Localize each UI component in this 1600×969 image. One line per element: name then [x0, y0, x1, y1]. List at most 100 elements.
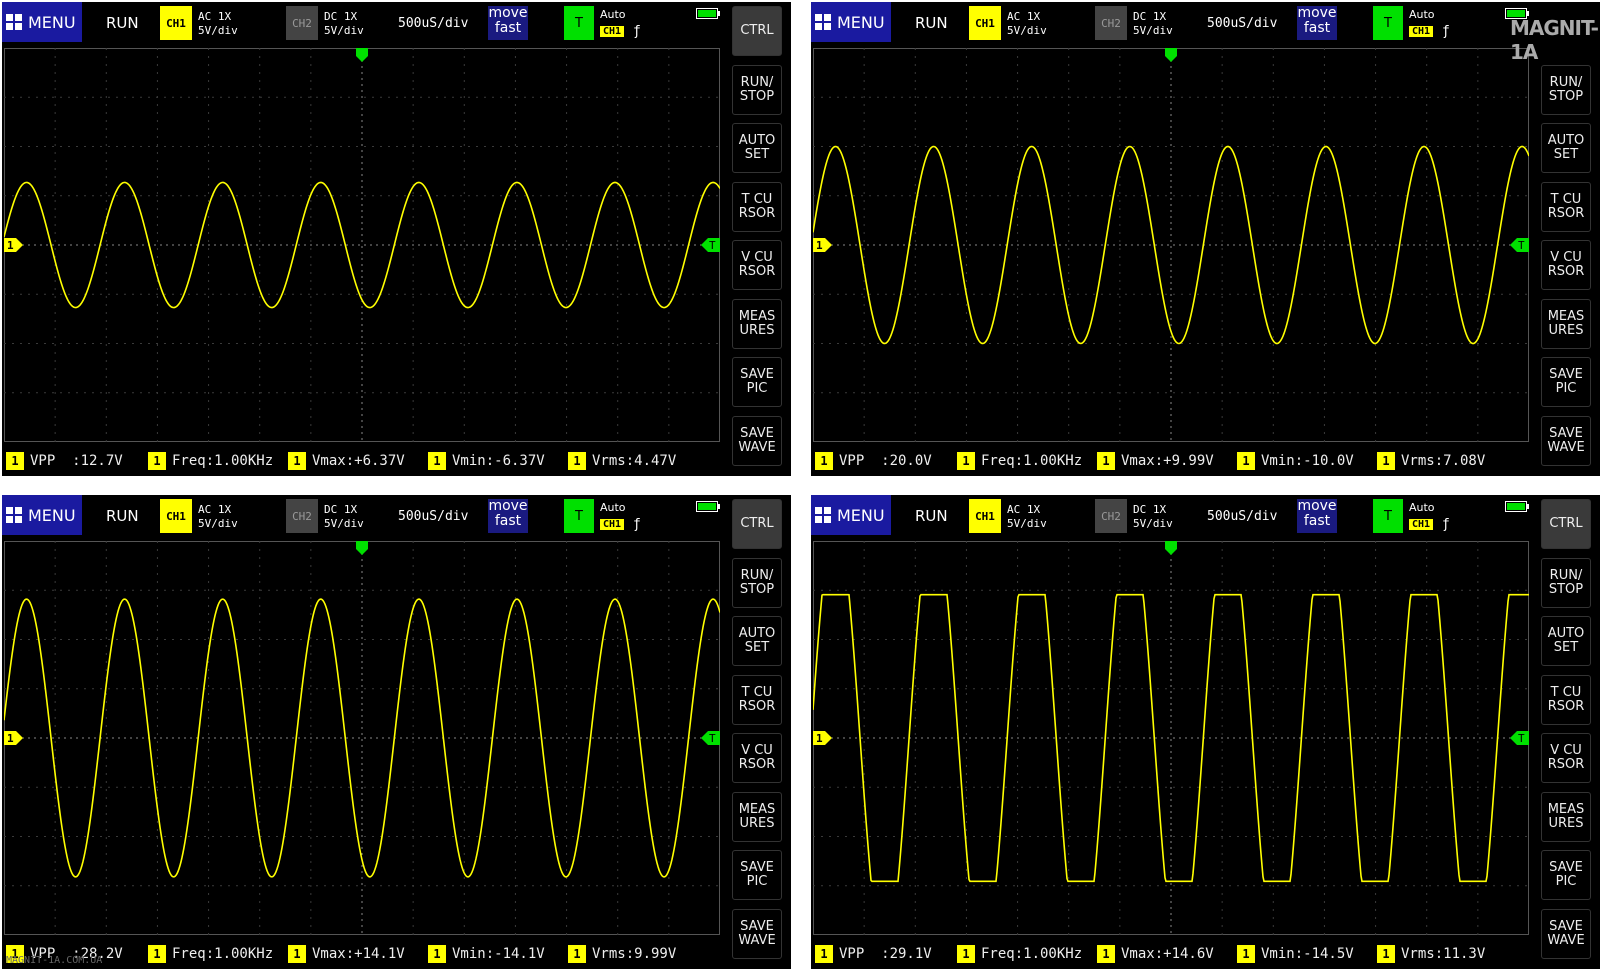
- measure-freq[interactable]: 1 Freq:1.00KHz: [957, 448, 1082, 474]
- trigger-level-label: T: [1518, 732, 1525, 745]
- time-cursor-button[interactable]: T CU RSOR: [1541, 181, 1591, 232]
- ch1-badge[interactable]: CH1: [160, 499, 192, 533]
- save-wave-button[interactable]: SAVE WAVE: [1541, 908, 1591, 959]
- voltage-cursor-button[interactable]: V CU RSOR: [1541, 240, 1591, 290]
- speed-label: fast: [494, 513, 522, 529]
- channel-index: 1: [428, 945, 446, 963]
- measure-vpp[interactable]: 1 VPP :12.7V: [6, 448, 123, 474]
- oscilloscope-screen-4: MENU RUN CH1 AC 1X 5V/div CH2 DC 1X 5V/div 500uS…: [811, 495, 1600, 969]
- measure-vmax[interactable]: 1 Vmax:+14.6V: [1097, 941, 1214, 967]
- save-picture-button[interactable]: SAVE PIC: [1541, 850, 1591, 900]
- voltage-cursor-button[interactable]: V CU RSOR: [1541, 733, 1591, 783]
- trigger-badge[interactable]: T: [564, 499, 594, 533]
- run-stop-button[interactable]: RUN/ STOP: [1541, 64, 1591, 115]
- menu-label: MENU: [837, 505, 885, 525]
- auto-set-button[interactable]: AUTO SET: [732, 616, 782, 666]
- measure-vpp[interactable]: 1 VPP :29.1V: [815, 941, 932, 967]
- trigger-position-marker: [1165, 541, 1177, 555]
- voltage-cursor-button[interactable]: V CU RSOR: [732, 733, 782, 783]
- measure-vrms[interactable]: 1 Vrms:9.99V: [568, 941, 676, 967]
- measures-button[interactable]: MEAS URES: [1541, 791, 1591, 842]
- timebase-readout[interactable]: 500uS/div: [1207, 510, 1277, 523]
- measures-button[interactable]: MEAS URES: [732, 298, 782, 349]
- run-status[interactable]: RUN: [106, 16, 139, 31]
- ch2-badge[interactable]: CH2: [1095, 499, 1127, 533]
- status-bar: MENU RUN CH1 AC 1X 5V/div CH2 DC 1X 5V/div 500uS…: [2, 495, 722, 539]
- menu-button[interactable]: MENU: [811, 495, 891, 535]
- ch1-settings: AC 1X 5V/div: [198, 10, 238, 38]
- move-speed-button[interactable]: move fast: [488, 6, 528, 40]
- run-stop-button[interactable]: RUN/ STOP: [1541, 557, 1591, 608]
- ctrl-button[interactable]: CTRL: [732, 6, 782, 56]
- auto-set-button[interactable]: AUTO SET: [732, 123, 782, 173]
- waveform-display[interactable]: 1T: [4, 48, 720, 442]
- trigger-badge[interactable]: T: [1373, 6, 1403, 40]
- save-picture-button[interactable]: SAVE PIC: [732, 850, 782, 900]
- run-stop-button[interactable]: RUN/ STOP: [732, 64, 782, 115]
- menu-button[interactable]: MENU: [2, 495, 82, 535]
- trigger-badge[interactable]: T: [1373, 499, 1403, 533]
- measure-freq[interactable]: 1 Freq:1.00KHz: [957, 941, 1082, 967]
- time-cursor-button[interactable]: T CU RSOR: [1541, 674, 1591, 725]
- measure-vpp[interactable]: 1 VPP :20.0V: [815, 448, 932, 474]
- measure-vmin[interactable]: 1 Vmin:-6.37V: [428, 448, 545, 474]
- ch2-badge[interactable]: CH2: [286, 499, 318, 533]
- status-bar: MENU RUN CH1 AC 1X 5V/div CH2 DC 1X 5V/div 500uS…: [811, 495, 1531, 539]
- ch2-badge[interactable]: CH2: [1095, 6, 1127, 40]
- measure-vrms[interactable]: 1 Vrms:4.47V: [568, 448, 676, 474]
- channel-index: 1: [1097, 945, 1115, 963]
- measure-vmin[interactable]: 1 Vmin:-10.0V: [1237, 448, 1354, 474]
- ch1-badge[interactable]: CH1: [969, 499, 1001, 533]
- menu-label: MENU: [837, 12, 885, 32]
- ch1-scale: 5V/div: [198, 517, 238, 530]
- waveform-display[interactable]: 1T: [813, 48, 1529, 442]
- time-cursor-button[interactable]: T CU RSOR: [732, 674, 782, 725]
- timebase-readout[interactable]: 500uS/div: [398, 510, 468, 523]
- save-picture-button[interactable]: SAVE PIC: [1541, 357, 1591, 407]
- waveform-display[interactable]: 1T: [4, 541, 720, 935]
- voltage-cursor-button[interactable]: V CU RSOR: [732, 240, 782, 290]
- ch1-coupling: AC 1X: [198, 503, 232, 516]
- ctrl-button[interactable]: CTRL: [732, 499, 782, 549]
- menu-button[interactable]: MENU: [811, 2, 891, 42]
- run-status[interactable]: RUN: [915, 509, 948, 524]
- ch1-badge[interactable]: CH1: [160, 6, 192, 40]
- measure-vrms[interactable]: 1 Vrms:11.3V: [1377, 941, 1485, 967]
- measure-vmax[interactable]: 1 Vmax:+6.37V: [288, 448, 405, 474]
- waveform-display[interactable]: 1T: [813, 541, 1529, 935]
- run-status[interactable]: RUN: [106, 509, 139, 524]
- ctrl-button[interactable]: CTRL: [1541, 499, 1591, 549]
- run-status[interactable]: RUN: [915, 16, 948, 31]
- measure-freq[interactable]: 1 Freq:1.00KHz: [148, 941, 273, 967]
- time-cursor-button[interactable]: T CU RSOR: [732, 181, 782, 232]
- measure-vmax[interactable]: 1 Vmax:+9.99V: [1097, 448, 1214, 474]
- timebase-readout[interactable]: 500uS/div: [398, 17, 468, 30]
- trigger-badge[interactable]: T: [564, 6, 594, 40]
- timebase-readout[interactable]: 500uS/div: [1207, 17, 1277, 30]
- trigger-source: CH1: [600, 519, 625, 530]
- save-wave-button[interactable]: SAVE WAVE: [732, 908, 782, 959]
- move-speed-button[interactable]: move fast: [488, 499, 528, 533]
- save-wave-button[interactable]: SAVE WAVE: [732, 415, 782, 466]
- measure-freq[interactable]: 1 Freq:1.00KHz: [148, 448, 273, 474]
- save-wave-button[interactable]: SAVE WAVE: [1541, 415, 1591, 466]
- ch2-badge[interactable]: CH2: [286, 6, 318, 40]
- measure-vmin[interactable]: 1 Vmin:-14.1V: [428, 941, 545, 967]
- run-stop-button[interactable]: RUN/ STOP: [732, 557, 782, 608]
- ch1-badge[interactable]: CH1: [969, 6, 1001, 40]
- trigger-position-marker: [1165, 48, 1177, 62]
- menu-button[interactable]: MENU: [2, 2, 82, 42]
- measures-button[interactable]: MEAS URES: [732, 791, 782, 842]
- save-picture-button[interactable]: SAVE PIC: [732, 357, 782, 407]
- move-speed-button[interactable]: move fast: [1297, 6, 1337, 40]
- move-speed-button[interactable]: move fast: [1297, 499, 1337, 533]
- measure-vrms[interactable]: 1 Vrms:7.08V: [1377, 448, 1485, 474]
- measure-value: Freq:1.00KHz: [172, 946, 274, 962]
- measures-button[interactable]: MEAS URES: [1541, 298, 1591, 349]
- auto-set-button[interactable]: AUTO SET: [1541, 123, 1591, 173]
- measure-vmin[interactable]: 1 Vmin:-14.5V: [1237, 941, 1354, 967]
- auto-set-button[interactable]: AUTO SET: [1541, 616, 1591, 666]
- channel-index: 1: [815, 452, 833, 470]
- measure-vmax[interactable]: 1 Vmax:+14.1V: [288, 941, 405, 967]
- measure-value: Vmax:+14.1V: [312, 946, 405, 962]
